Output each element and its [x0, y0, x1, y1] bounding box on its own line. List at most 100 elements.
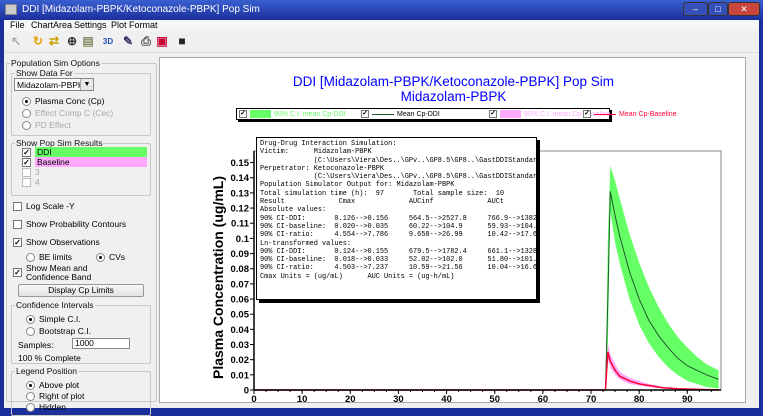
- label: Show Mean and Confidence Band: [26, 263, 92, 282]
- close-button[interactable]: ✕: [728, 2, 760, 16]
- checkbox-icon: [22, 177, 31, 187]
- legend-position-radio[interactable]: Above plot: [26, 380, 79, 390]
- pointer-icon[interactable]: ↖: [8, 34, 24, 49]
- y-tick-label: 0.07: [231, 279, 250, 290]
- group-title: Confidence Intervals: [16, 300, 94, 310]
- save-icon[interactable]: ■: [174, 34, 190, 49]
- y-tick-label: 0.14: [231, 173, 250, 184]
- y-tick-label: 0.12: [231, 204, 250, 215]
- radio-icon: [26, 391, 35, 401]
- maximize-button[interactable]: □: [708, 2, 728, 16]
- pop-sim-result-checkbox[interactable]: ✓ DDI: [22, 147, 147, 157]
- x-tick-label: 70: [586, 394, 597, 404]
- print-icon[interactable]: ⎙: [138, 34, 154, 49]
- y-tick-label: 0.01: [231, 370, 250, 381]
- info-line: Cmax Units = (ug/mL) AUC Units = (ug-h/m…: [260, 272, 455, 281]
- legend-position-radio[interactable]: Right of plot: [26, 391, 84, 401]
- x-tick-label: 10: [297, 394, 308, 404]
- info-line: Ln-transformed values:: [260, 239, 351, 248]
- radio-icon: [26, 402, 35, 412]
- info-line: Population Simulator Output for: Midazol…: [260, 181, 455, 190]
- label: BE limits: [39, 252, 73, 262]
- show-mean-band-checkbox[interactable]: ✓ Show Mean and Confidence Band: [13, 264, 123, 282]
- info-line: 90% CI-ratio: 4.503-->7.237 10.59-->21.5…: [260, 264, 537, 273]
- menu-plot-format[interactable]: Plot Format: [111, 20, 158, 30]
- y-tick-label: 0.05: [231, 310, 250, 321]
- checkbox-icon: ✓: [22, 157, 31, 167]
- cvs-radio[interactable]: CVs: [96, 252, 125, 262]
- drug-select-value: Midazolam-PBPK: [17, 80, 84, 90]
- x-tick-label: 90: [682, 394, 693, 404]
- copy-image-icon[interactable]: ▣: [154, 34, 170, 49]
- label: Show Probability Contours: [26, 219, 127, 229]
- info-line: Total simulation time (h): 97 Total samp…: [260, 189, 504, 198]
- info-line: 90% CI-baseline: 0.020-->0.035 60.22-->1…: [260, 222, 537, 231]
- page-icon[interactable]: ▤: [80, 34, 96, 49]
- refresh-icon[interactable]: ↻: [30, 34, 46, 49]
- info-line: Absolute values:: [260, 206, 327, 215]
- info-line: Victim: Midazolam-PBPK: [260, 148, 372, 157]
- drug-select[interactable]: Midazolam-PBPK ▼: [14, 78, 94, 91]
- client-area: File ChartArea Settings Plot Format ↖ ↻ ⇄ ⊕…: [4, 20, 759, 416]
- y-tick-label: 0.15: [231, 158, 250, 169]
- info-line: 90% CI-baseline: 0.018-->0.033 52.02-->1…: [260, 256, 537, 265]
- label: DDI: [35, 147, 147, 157]
- menu-settings[interactable]: Settings: [74, 20, 107, 30]
- label: Show Observations: [26, 237, 100, 247]
- zoom-icon[interactable]: ⊕: [64, 34, 80, 49]
- y-tick-label: 0.03: [231, 340, 250, 351]
- y-tick-label: 0.1: [236, 234, 250, 245]
- chevron-down-icon[interactable]: ▼: [80, 79, 93, 90]
- info-line: 90% CI-DDI: 0.124-->0.155 679.5-->1782.4…: [260, 247, 537, 256]
- samples-input[interactable]: 1000: [72, 338, 130, 349]
- axis-scale-icon[interactable]: ⇄: [46, 34, 62, 49]
- legend-position-radio[interactable]: Hidden: [26, 402, 66, 412]
- right-gutter: [746, 57, 759, 403]
- x-tick-label: 40: [441, 394, 452, 404]
- data-type-radio[interactable]: Effect Comp C (Cec): [22, 108, 113, 118]
- y-tick-label: 0.09: [231, 249, 250, 260]
- samples-label: Samples:: [18, 340, 54, 350]
- label: CVs: [109, 252, 126, 262]
- x-tick-label: 80: [634, 394, 645, 404]
- radio-icon: [22, 96, 31, 106]
- label: PD Effect: [35, 120, 71, 130]
- data-type-radio[interactable]: PD Effect: [22, 120, 71, 130]
- edit-chart-icon[interactable]: ✎: [120, 34, 136, 49]
- menu-file[interactable]: File: [10, 20, 25, 30]
- info-line: Perpetrator: Ketoconazole-PBPK: [260, 164, 385, 173]
- y-tick-label: 0.04: [231, 325, 250, 336]
- group-title: Legend Position: [16, 366, 77, 376]
- x-tick-label: 20: [345, 394, 356, 404]
- menu-chartarea[interactable]: ChartArea: [31, 20, 72, 30]
- probability-contours-checkbox[interactable]: Show Probability Contours: [13, 219, 126, 229]
- log-scale-checkbox[interactable]: Log Scale -Y: [13, 201, 75, 211]
- 3d-icon[interactable]: 3D: [100, 34, 116, 49]
- display-cp-limits-button[interactable]: Display Cp Limits: [18, 284, 144, 297]
- data-type-radio[interactable]: Plasma Conc (Cp): [22, 96, 104, 106]
- pop-sim-result-checkbox[interactable]: ✓ Baseline: [22, 157, 147, 167]
- info-line: Drug-Drug Interaction Simulation:: [260, 140, 397, 148]
- x-tick-label: 50: [489, 394, 500, 404]
- window-title: DDI [Midazolam-PBPK/Ketoconazole-PBPK] P…: [22, 4, 260, 15]
- pop-sim-result-checkbox[interactable]: 3: [22, 167, 40, 177]
- label: 3: [35, 167, 40, 177]
- group-title: Show Data For: [16, 68, 73, 78]
- menu-bar: File ChartArea Settings Plot Format: [4, 20, 759, 31]
- ddi-results-textbox: Drug-Drug Interaction Simulation: Victim:…: [256, 137, 537, 300]
- minimize-button[interactable]: –: [683, 2, 708, 16]
- group-title: Population Sim Options: [11, 58, 100, 68]
- y-axis-label: Plasma Concentration (ug/mL): [210, 176, 226, 379]
- info-line: 90% CI-DDI: 0.126-->0.156 564.5-->2527.8…: [260, 214, 537, 223]
- x-tick-label: 0: [251, 394, 256, 404]
- simple-ci-radio[interactable]: Simple C.I.: [26, 314, 81, 324]
- label: Effect Comp C (Cec): [35, 108, 114, 118]
- bootstrap-ci-radio[interactable]: Bootstrap C.I.: [26, 326, 91, 336]
- x-tick-label: 30: [393, 394, 404, 404]
- be-limits-radio[interactable]: BE limits: [26, 252, 72, 262]
- show-observations-checkbox[interactable]: ✓ Show Observations: [13, 237, 100, 247]
- y-tick-label: 0: [244, 386, 249, 397]
- pop-sim-result-checkbox[interactable]: 4: [22, 177, 40, 187]
- y-tick-label: 0.08: [231, 264, 250, 275]
- info-line: (C:\Users\Viera\Des..\GPv..\GP8.5\GP8..\…: [260, 156, 537, 165]
